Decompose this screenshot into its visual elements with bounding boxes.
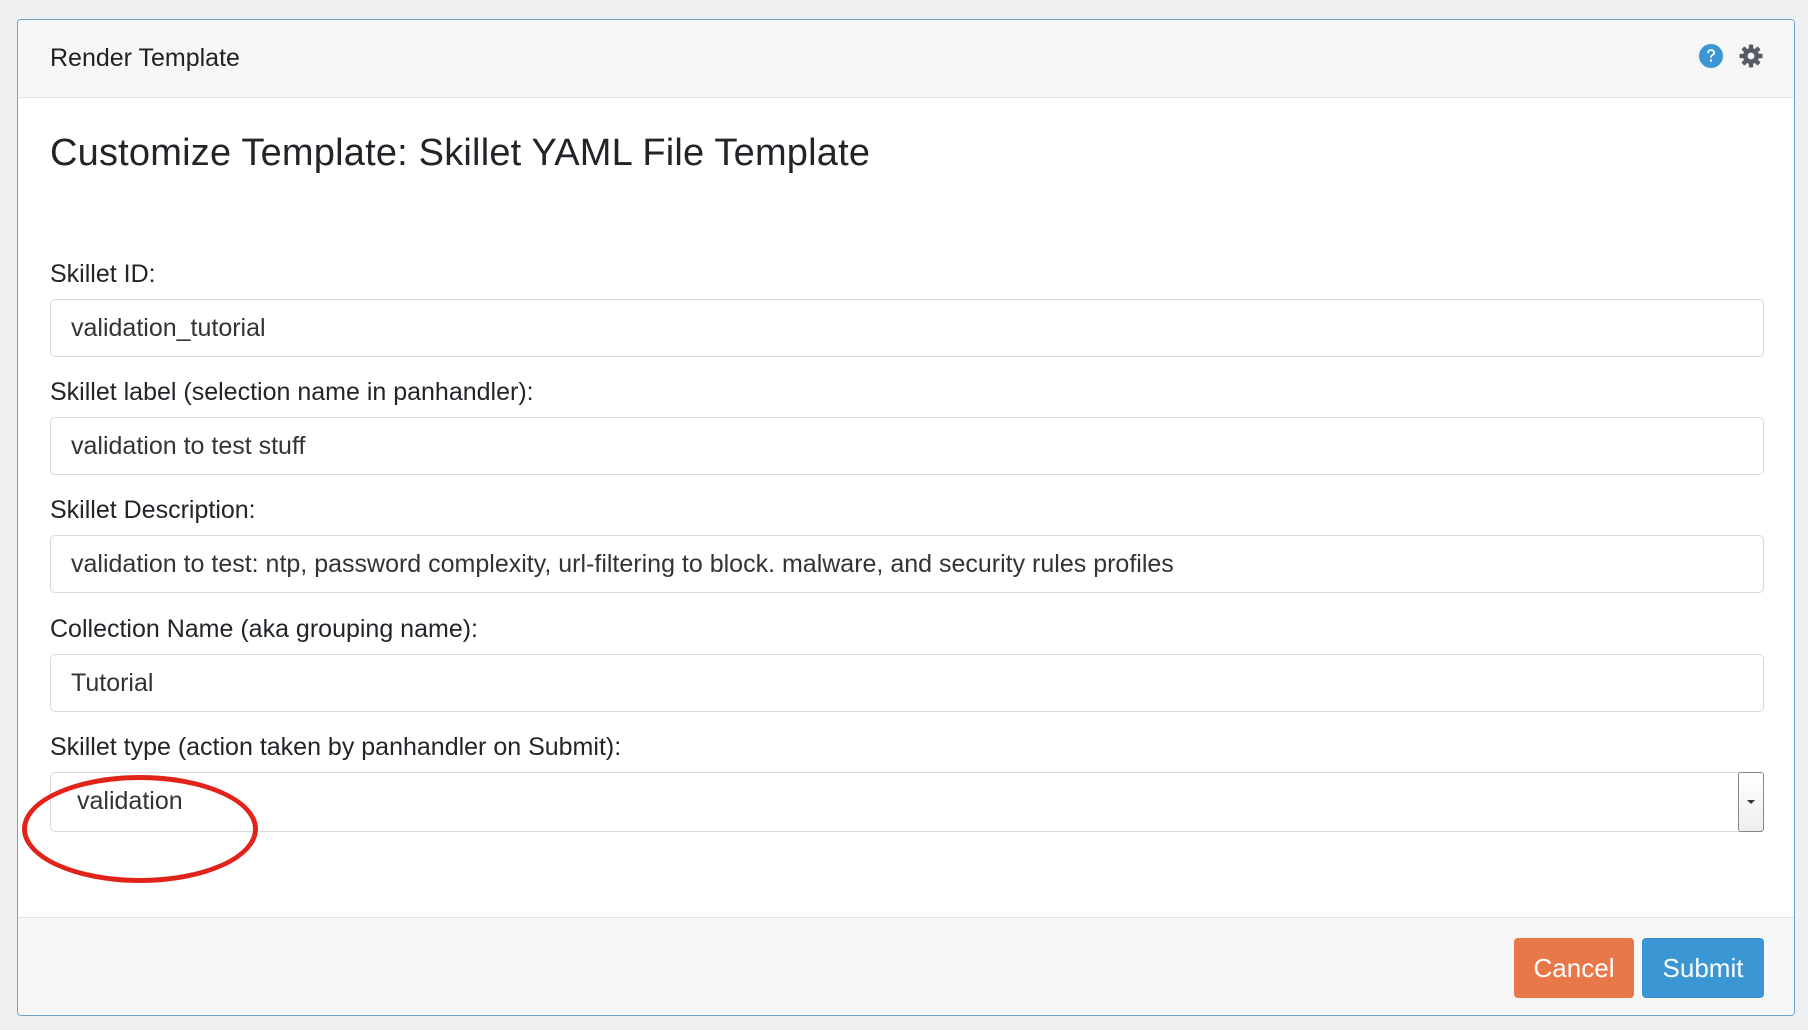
panel-title: Render Template [50,44,240,72]
skillet-description-input[interactable] [50,535,1764,593]
skillet-type-label: Skillet type (action taken by panhandler… [50,733,622,761]
collection-name-label: Collection Name (aka grouping name): [50,615,478,643]
panel-header: Render Template [18,20,1794,98]
caret-down-icon [1747,800,1755,804]
header-icons [1698,43,1764,69]
panel-body: Customize Template: Skillet YAML File Te… [18,98,1794,937]
gear-icon[interactable] [1738,43,1764,69]
skillet-description-label: Skillet Description: [50,496,256,524]
submit-button[interactable]: Submit [1642,938,1764,998]
skillet-type-selected-value: validation [77,787,183,815]
form-title: Customize Template: Skillet YAML File Te… [50,132,871,174]
render-template-panel: Render Template Customize Template: Skil… [17,19,1795,1016]
skillet-label-input[interactable] [50,417,1764,475]
panel-footer: Cancel Submit [18,917,1794,1015]
collection-name-input[interactable] [50,654,1764,712]
dropdown-toggle[interactable] [1738,772,1764,832]
skillet-id-label: Skillet ID: [50,260,156,288]
skillet-id-input[interactable] [50,299,1764,357]
cancel-button[interactable]: Cancel [1514,938,1634,998]
skillet-label-label: Skillet label (selection name in panhand… [50,378,534,406]
help-circle-icon[interactable] [1698,43,1724,69]
skillet-type-select[interactable]: validation [50,772,1764,832]
